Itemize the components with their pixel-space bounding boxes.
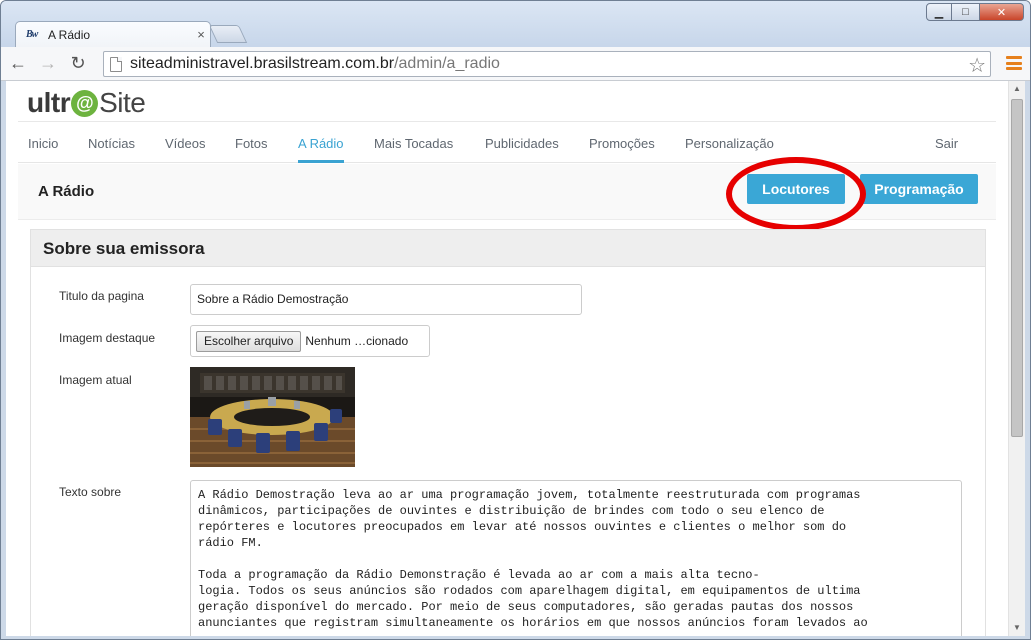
current-image <box>190 367 355 467</box>
nav-item-noticias[interactable]: Notícias <box>88 136 135 151</box>
texto-sobre-textarea[interactable]: A Rádio Demostração leva ao ar uma progr… <box>190 480 962 636</box>
nav-item-promocoes[interactable]: Promoções <box>589 136 655 151</box>
forward-button[interactable]: → <box>35 51 61 77</box>
nav-item-a-radio[interactable]: A Rádio <box>298 136 344 151</box>
minimize-button[interactable]: ▁ <box>926 3 952 21</box>
locutores-button[interactable]: Locutores <box>747 174 845 204</box>
back-button[interactable]: ← <box>5 51 31 77</box>
programacao-button[interactable]: Programação <box>860 174 978 204</box>
imagem-destaque-label: Imagem destaque <box>59 331 156 345</box>
logo-text-left: ultr <box>27 87 71 118</box>
vertical-scrollbar[interactable]: ▲ ▼ <box>1008 81 1025 636</box>
window-close-button[interactable]: ✕ <box>980 3 1024 21</box>
window-controls: ▁ □ ✕ <box>926 3 1024 21</box>
choose-file-button[interactable]: Escolher arquivo <box>196 330 302 352</box>
file-name-text: Nenhum …cionado <box>305 334 409 348</box>
address-bar[interactable]: siteadministravel.brasilstream.com.br/ad… <box>103 51 991 77</box>
scroll-up-icon[interactable]: ▲ <box>1009 81 1025 97</box>
nav-item-inicio[interactable]: Inicio <box>28 136 58 151</box>
page-viewport: ultr @ Site Inicio Notícias Vídeos Fotos A… <box>6 81 1008 636</box>
nav-item-videos[interactable]: Vídeos <box>165 136 205 151</box>
logo-text-right: Site <box>99 87 146 118</box>
nav-item-mais-tocadas[interactable]: Mais Tocadas <box>374 136 453 151</box>
main-nav: Inicio Notícias Vídeos Fotos A Rádio Mai… <box>18 121 996 163</box>
browser-menu-icon[interactable] <box>1006 56 1022 70</box>
imagem-destaque-field[interactable]: Escolher arquivo Nenhum …cionado <box>190 325 430 357</box>
nav-item-sair[interactable]: Sair <box>935 136 958 151</box>
titulo-label: Titulo da pagina <box>59 289 144 303</box>
tab-title: A Rádio <box>48 27 91 42</box>
tab-favicon-icon: Bw <box>26 28 38 40</box>
tab-close-icon[interactable]: × <box>192 27 210 42</box>
imagem-atual-label: Imagem atual <box>59 373 132 387</box>
nav-item-personalizacao[interactable]: Personalização <box>685 136 774 151</box>
site-logo[interactable]: ultr @ Site <box>27 85 146 121</box>
browser-tab[interactable]: Bw A Rádio × <box>15 21 211 47</box>
section-header: A Rádio Locutores Programação <box>18 164 996 220</box>
url-host: siteadministravel.brasilstream.com.br <box>130 55 395 72</box>
studio-photo-icon <box>190 367 355 467</box>
card-title: Sobre sua emissora <box>31 230 985 267</box>
logo-at-icon: @ <box>71 89 99 117</box>
scroll-thumb[interactable] <box>1011 99 1023 437</box>
texto-sobre-label: Texto sobre <box>59 485 122 499</box>
nav-item-publicidades[interactable]: Publicidades <box>485 136 559 151</box>
nav-item-fotos[interactable]: Fotos <box>235 136 268 151</box>
page-title: A Rádio <box>38 183 95 200</box>
reload-button[interactable]: ↻ <box>65 51 91 77</box>
maximize-button[interactable]: □ <box>952 3 980 21</box>
title-bar: Bw A Rádio × ▁ □ ✕ <box>1 1 1030 47</box>
new-tab-button[interactable] <box>208 25 248 43</box>
active-tab-indicator <box>298 160 344 163</box>
url-path: /admin/a_radio <box>394 55 500 72</box>
page-icon <box>110 56 122 72</box>
titulo-input[interactable]: Sobre a Rádio Demostração <box>190 284 582 315</box>
about-card: Sobre sua emissora Titulo da pagina Sobr… <box>30 229 986 636</box>
scroll-down-icon[interactable]: ▼ <box>1009 620 1025 636</box>
bookmark-star-icon[interactable]: ☆ <box>968 53 986 78</box>
browser-toolbar: ← → ↻ siteadministravel.brasilstream.com… <box>1 47 1030 81</box>
